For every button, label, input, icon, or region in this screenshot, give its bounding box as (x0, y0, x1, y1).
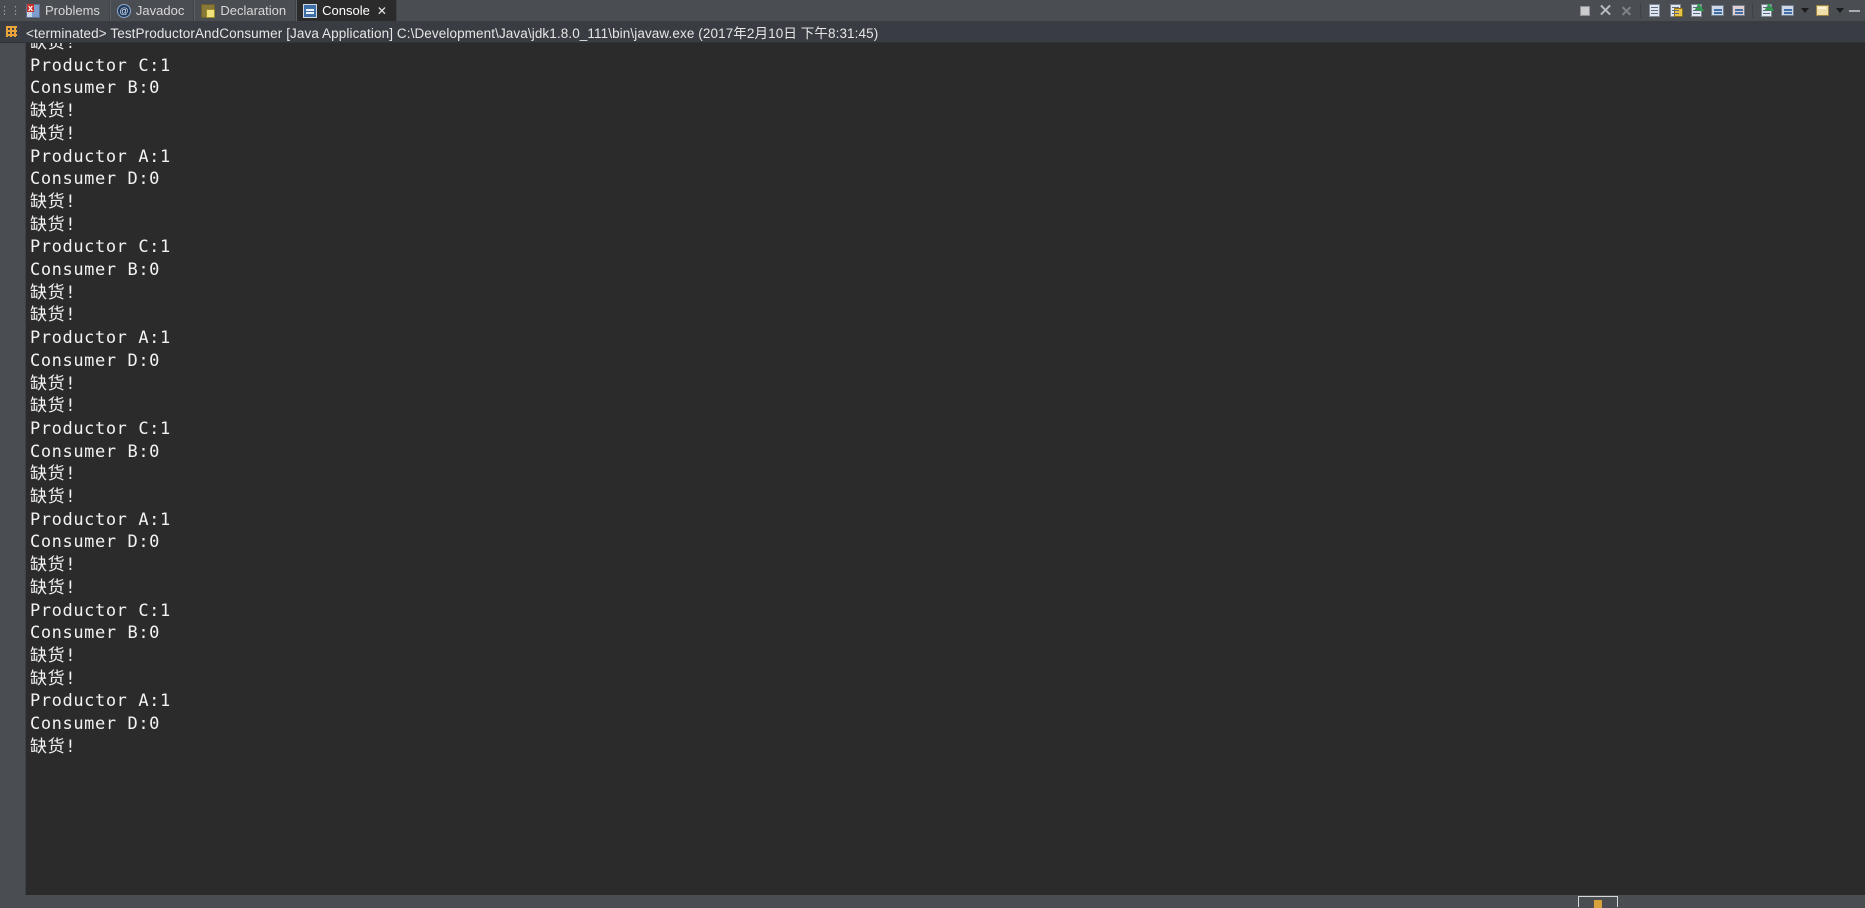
remove-all-terminated-button[interactable] (1616, 1, 1637, 21)
console-icon (303, 4, 317, 18)
process-header[interactable]: <terminated> TestProductorAndConsumer [J… (0, 22, 1865, 43)
tabbar-spacer (397, 0, 1574, 21)
tab-declaration[interactable]: Declaration (194, 0, 296, 21)
console-line: 缺货! (30, 577, 1865, 600)
console-line: 缺货! (30, 214, 1865, 237)
word-wrap-icon (1691, 4, 1702, 17)
minimize-view-button[interactable] (1847, 1, 1861, 21)
console-line: Consumer D:0 (30, 713, 1865, 736)
remove-launch-button[interactable] (1595, 1, 1616, 21)
process-header-label: <terminated> TestProductorAndConsumer [J… (26, 22, 878, 42)
drag-handle-icon[interactable]: ⋮⋮ (0, 0, 20, 21)
open-console-folder-icon (1816, 5, 1829, 16)
taskbar-window-icon[interactable] (1578, 896, 1618, 907)
console-line: 缺货! (30, 486, 1865, 509)
tab-problems[interactable]: Problems (20, 0, 110, 21)
console-view[interactable]: 缺货!Productor C:1Consumer B:0缺货!缺货!Produc… (0, 43, 1865, 907)
console-line: 缺货! (30, 191, 1865, 214)
tab-javadoc[interactable]: Javadoc (110, 0, 194, 21)
console-line: 缺货! (30, 123, 1865, 146)
console-line: Consumer B:0 (30, 77, 1865, 100)
console-line: Productor C:1 (30, 236, 1865, 259)
console-line: 缺货! (30, 373, 1865, 396)
chevron-down-icon (1801, 8, 1809, 13)
tab-label: Declaration (220, 3, 286, 18)
console-output[interactable]: 缺货!Productor C:1Consumer B:0缺货!缺货!Produc… (26, 43, 1865, 907)
new-console-icon (1781, 5, 1794, 16)
tab-label: Problems (45, 3, 100, 18)
tab-label: Javadoc (136, 3, 184, 18)
console-line: 缺货! (30, 463, 1865, 486)
console-line: 缺货! (30, 304, 1865, 327)
console-line: Productor C:1 (30, 600, 1865, 623)
console-line: Productor A:1 (30, 327, 1865, 350)
tab-close-icon[interactable]: ✕ (377, 5, 387, 17)
console-line: 缺货! (30, 645, 1865, 668)
console-line: Consumer B:0 (30, 622, 1865, 645)
minimize-icon (1849, 10, 1860, 12)
open-console-dropdown[interactable] (1798, 1, 1812, 21)
chevron-down-icon (1836, 8, 1844, 13)
console-gutter (0, 43, 26, 907)
display-selected-console-button[interactable] (1707, 1, 1728, 21)
display-console-icon (1711, 5, 1724, 16)
stop-square-icon (1580, 6, 1590, 16)
tab-console[interactable]: Console ✕ (296, 0, 397, 21)
open-console-icon (1761, 4, 1772, 17)
console-line: 缺货! (30, 668, 1865, 691)
toolbar-separator (1640, 3, 1641, 18)
console-line: Productor C:1 (30, 55, 1865, 78)
word-wrap-button[interactable] (1686, 1, 1707, 21)
problems-icon (26, 4, 40, 18)
console-toolbar (1574, 0, 1865, 21)
console-folder-button[interactable] (1812, 1, 1833, 21)
pin-console-button[interactable] (1728, 1, 1749, 21)
tab-label: Console (322, 3, 370, 18)
console-line: Productor A:1 (30, 146, 1865, 169)
console-line: Consumer B:0 (30, 441, 1865, 464)
view-tab-bar: ⋮⋮ Problems Javadoc Declaration Console ✕ (0, 0, 1865, 22)
toolbar-separator (1752, 3, 1753, 18)
console-line: Productor C:1 (30, 418, 1865, 441)
pin-console-icon (1732, 5, 1745, 16)
console-line: Productor A:1 (30, 690, 1865, 713)
view-menu-dropdown[interactable] (1833, 1, 1847, 21)
remove-all-x-icon (1620, 4, 1633, 17)
console-line: Productor A:1 (30, 509, 1865, 532)
tab-list: Problems Javadoc Declaration Console ✕ (20, 0, 397, 21)
console-line: Consumer D:0 (30, 350, 1865, 373)
remove-x-icon (1599, 4, 1612, 17)
console-line: 缺货! (30, 736, 1865, 759)
new-console-view-button[interactable] (1777, 1, 1798, 21)
java-process-icon (4, 24, 20, 40)
console-line: 缺货! (30, 554, 1865, 577)
declaration-icon (201, 4, 215, 18)
javadoc-icon (117, 4, 131, 18)
console-line: 缺货! (30, 100, 1865, 123)
scroll-lock-button[interactable] (1665, 1, 1686, 21)
clear-console-icon (1649, 4, 1660, 17)
open-console-button[interactable] (1756, 1, 1777, 21)
clear-console-button[interactable] (1644, 1, 1665, 21)
console-line: Consumer B:0 (30, 259, 1865, 282)
console-line: 缺货! (30, 282, 1865, 305)
scroll-lock-icon (1670, 4, 1681, 17)
console-line: 缺货! (30, 43, 1865, 55)
console-line: 缺货! (30, 395, 1865, 418)
terminate-button[interactable] (1574, 1, 1595, 21)
console-line: Consumer D:0 (30, 168, 1865, 191)
console-line: Consumer D:0 (30, 531, 1865, 554)
